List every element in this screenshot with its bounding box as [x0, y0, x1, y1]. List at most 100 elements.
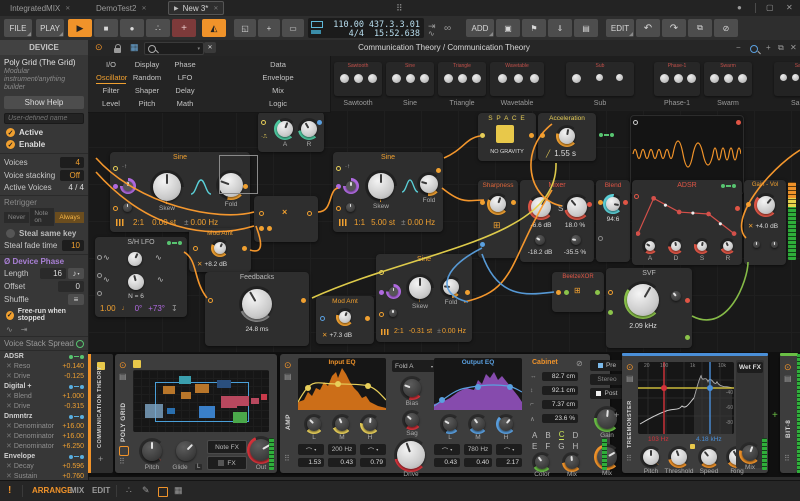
module-sharpness[interactable]: Sharpness ⊞ [478, 180, 518, 258]
voices-value[interactable]: 4 [60, 157, 84, 168]
ring-freq-value[interactable]: 4.18 kHz [696, 436, 722, 443]
port[interactable] [113, 206, 118, 211]
pitch-icon[interactable] [339, 219, 348, 226]
menu-item[interactable]: Math [168, 99, 202, 108]
fold-knob[interactable] [417, 172, 441, 196]
sag-knob[interactable] [402, 410, 422, 430]
redo-button[interactable]: ↷ [662, 19, 686, 37]
glide-knob[interactable] [173, 438, 199, 464]
tab-label[interactable]: New 3* [183, 4, 209, 13]
device-power-icon[interactable]: ⊙ [284, 360, 292, 371]
stereo-button[interactable]: Stereo [590, 374, 624, 385]
resonance-knob[interactable] [668, 288, 684, 304]
output-eq-value[interactable]: 0.40 [464, 458, 492, 467]
marker-button[interactable]: ⚑ [522, 19, 546, 37]
output-eq-freq[interactable]: 780 Hz [464, 444, 492, 455]
modulation-row[interactable]: ✕Drive-0.315 [0, 401, 88, 411]
menu-item[interactable]: Logic [258, 99, 298, 108]
modulation-row[interactable]: ✕Decay+0.596 [0, 461, 88, 471]
file-menu-button[interactable]: FILE [4, 19, 32, 37]
decay-knob[interactable] [668, 238, 684, 254]
grid-canvas[interactable]: ·⎍ A R Sine ·↑ Skew Fold 2:1 0.00 st [88, 110, 800, 352]
n-knob[interactable] [125, 271, 147, 293]
cabinet-mix-knob[interactable] [562, 452, 582, 472]
port[interactable] [113, 166, 118, 171]
port[interactable] [97, 273, 102, 278]
port[interactable] [379, 312, 384, 317]
input-eq-m-knob[interactable] [332, 414, 352, 434]
port[interactable] [736, 120, 741, 125]
grid-minimap[interactable] [133, 370, 269, 432]
menu-item[interactable]: I/O [96, 60, 126, 69]
smooth-wave-icon[interactable]: ∿ [155, 253, 162, 262]
time-value[interactable]: 1.55 s [554, 149, 576, 158]
sharpness-knob[interactable] [487, 193, 509, 215]
port[interactable] [97, 291, 102, 296]
device-panel-icon[interactable] [158, 487, 168, 497]
amount-knob[interactable] [336, 308, 354, 326]
project-tab[interactable]: DemoTest2 ✕ [96, 2, 147, 14]
port[interactable] [540, 133, 545, 138]
chain-name[interactable]: COMMUNICATION THEORY [97, 376, 103, 448]
show-help-button[interactable]: Show Help [4, 96, 84, 109]
mixer-value[interactable]: -6.6 dB [522, 222, 560, 229]
cabinet-value[interactable]: 92.1 cm [542, 386, 578, 395]
gain-sub-knob[interactable] [750, 238, 763, 251]
port[interactable] [336, 166, 341, 171]
port[interactable] [746, 202, 751, 207]
noise-wave-icon[interactable]: ∿ [103, 275, 110, 284]
shape-knob[interactable] [125, 249, 145, 269]
time-signature-display[interactable]: 4/4 [326, 29, 364, 39]
menu-item[interactable]: Envelope [258, 73, 298, 82]
port[interactable] [436, 168, 441, 173]
port[interactable] [598, 236, 603, 241]
modulator-group[interactable]: Dnmntrz [0, 411, 88, 421]
module-svf[interactable]: SVF 2.09 kHz [606, 268, 692, 348]
pitch-knob[interactable] [139, 438, 165, 464]
close-icon[interactable]: ✕ [65, 5, 70, 12]
close-window-button[interactable]: ✕ [786, 3, 793, 12]
module-beelzexor[interactable]: BeelzeXOR ⊞ [552, 272, 604, 312]
tm-pitch-knob[interactable] [640, 446, 662, 468]
palette-device-phase1[interactable]: Phase-1 [654, 62, 700, 96]
phase-knob[interactable] [120, 178, 136, 194]
module-mod-amt-2[interactable]: Mod Amt ✕+7.3 dB [316, 296, 374, 344]
port[interactable] [301, 298, 306, 303]
ratio-value[interactable]: 2:1 [394, 328, 404, 335]
grid-dots-icon[interactable]: ⠿ [784, 454, 790, 463]
anchor-icon[interactable]: ↧ [171, 304, 178, 313]
delete-button[interactable]: ⊘ [714, 19, 738, 37]
stop-button[interactable]: ■ [94, 19, 118, 37]
transpose-value[interactable]: 0.00 st [152, 218, 176, 227]
bias-knob[interactable] [400, 376, 424, 400]
tm-threshold-knob[interactable] [668, 446, 690, 468]
modulator-group[interactable]: Envelope [0, 451, 88, 461]
spread-value[interactable]: +73° [148, 304, 165, 313]
pencil-icon[interactable]: ✎ [142, 485, 150, 496]
close-icon[interactable]: ✕ [141, 5, 146, 12]
input-eq-value[interactable]: 0.43 [328, 458, 356, 467]
mixer-pan-knob[interactable] [564, 194, 590, 220]
output-eq-value[interactable]: 2.17 [496, 458, 522, 467]
fill-button[interactable]: ∴ [146, 19, 170, 37]
freerun-checkbox[interactable]: ✓ [6, 311, 14, 320]
mixer-knob-2[interactable] [532, 232, 548, 248]
device-amp[interactable]: ⊙ ▤ AMP ⠿ Input EQ L M H ⌒▾ 200 Hz ⌒▾ 1.… [280, 354, 610, 473]
matrix-icon[interactable]: ⊞ [574, 286, 581, 295]
treemonster-display[interactable]: 20 100 1k 10k -40 -60 -80 [638, 362, 734, 434]
cabinet-value[interactable]: 23.6 % [542, 414, 578, 423]
modulation-routing-icon[interactable]: ⇥ [21, 325, 28, 334]
output-eq-m-knob[interactable] [468, 414, 488, 434]
ratio-value[interactable]: 1:1 [354, 218, 365, 227]
modulation-row[interactable]: ✕Reso+0.140 [0, 361, 88, 371]
edit-menu-button[interactable]: EDIT [606, 19, 634, 37]
adsr-envelope-curve[interactable] [636, 192, 738, 236]
modulation-row[interactable]: ✕Sustain+0.760 [0, 471, 88, 480]
modulation-row[interactable]: ✕Denominator+16.00 [0, 421, 88, 431]
engine-status-icon[interactable]: ! [8, 485, 11, 496]
modulator-connector[interactable] [599, 133, 614, 137]
modulation-sources-icon[interactable]: ∿ [6, 325, 13, 334]
module-sine-2[interactable]: Sine ·↑ Skew Fold 1:1 5.00 st ±0.00 Hz [333, 152, 443, 232]
steal-same-key-toggle[interactable] [6, 229, 15, 238]
rate-value[interactable]: 1.00 [100, 304, 116, 313]
